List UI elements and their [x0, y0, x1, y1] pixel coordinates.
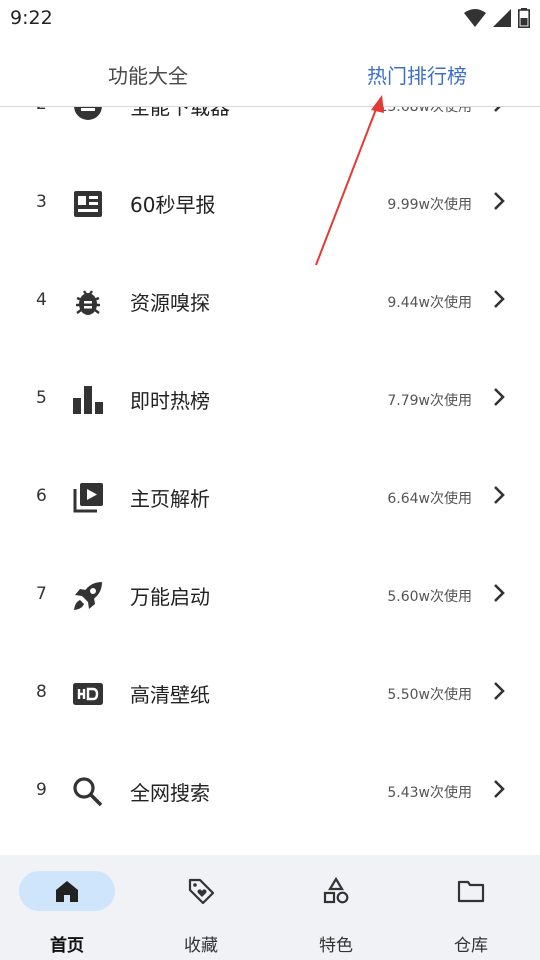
usage-count: 5.60w次使用: [387, 589, 472, 605]
usage-count: 9.44w次使用: [387, 295, 472, 311]
nav-label: 特色: [319, 936, 353, 956]
bottom-navigation: 首页 收藏 特色 仓库: [0, 855, 540, 960]
signal-icon: [493, 9, 511, 27]
nav-featured[interactable]: 特色: [286, 869, 406, 956]
usage-count: 5.43w次使用: [387, 785, 472, 801]
bug-icon: [76, 290, 100, 315]
video-library-icon: [73, 483, 103, 513]
list-item[interactable]: 3 60秒早报 9.99w次使用: [0, 155, 540, 253]
tab-features[interactable]: 功能大全: [108, 60, 188, 89]
item-name: 60秒早报: [130, 193, 216, 217]
nav-label: 首页: [50, 936, 84, 956]
chevron-right-icon: [494, 682, 505, 700]
chevron-right-icon: [494, 584, 505, 602]
chevron-right-icon: [494, 290, 505, 308]
rank-number: 9: [36, 780, 47, 800]
top-tab-bar: 功能大全 热门排行榜: [0, 36, 540, 106]
item-name: 高清壁纸: [130, 683, 210, 707]
status-icons: [464, 8, 530, 28]
list-item[interactable]: 8 高清壁纸 5.50w次使用: [0, 645, 540, 743]
chevron-right-icon: [494, 780, 505, 798]
list-item[interactable]: 4 资源嗅探 9.44w次使用: [0, 253, 540, 351]
item-name: 万能启动: [130, 585, 210, 609]
list-item[interactable]: 5 即时热榜 7.79w次使用: [0, 351, 540, 449]
rank-number: 3: [36, 192, 47, 212]
usage-count: 9.99w次使用: [387, 197, 472, 213]
nav-home[interactable]: 首页: [17, 869, 137, 956]
ranking-list[interactable]: 2 全能下载器 13.68w次使用 3 60秒早报 9.99w次使用 4 资源嗅…: [0, 57, 540, 855]
item-name: 资源嗅探: [130, 291, 210, 315]
item-name: 主页解析: [130, 487, 210, 511]
nav-favorites[interactable]: 收藏: [151, 869, 271, 956]
newspaper-icon: [74, 191, 102, 217]
shapes-icon: [323, 877, 349, 904]
list-item[interactable]: 9 全网搜索 5.43w次使用: [0, 743, 540, 841]
list-item[interactable]: 6 主页解析 6.64w次使用: [0, 449, 540, 547]
rank-number: 6: [36, 486, 47, 506]
status-time: 9:22: [10, 7, 53, 29]
usage-count: 5.50w次使用: [387, 687, 472, 703]
item-name: 即时热榜: [130, 389, 210, 413]
rank-number: 8: [36, 682, 47, 702]
usage-count: 7.79w次使用: [387, 393, 472, 409]
tag-heart-icon: [188, 878, 215, 905]
chevron-right-icon: [494, 486, 505, 504]
status-bar: 9:22: [0, 0, 540, 36]
chevron-right-icon: [494, 192, 505, 210]
tab-hot-ranking[interactable]: 热门排行榜: [367, 60, 467, 89]
tab-divider: [0, 106, 540, 107]
usage-count: 6.64w次使用: [387, 491, 472, 507]
battery-icon: [518, 8, 530, 28]
bar-chart-icon: [73, 386, 103, 414]
item-name: 全网搜索: [130, 781, 210, 805]
hd-icon: [73, 683, 103, 705]
nav-label: 收藏: [184, 936, 218, 956]
nav-label: 仓库: [454, 936, 488, 956]
nav-repository[interactable]: 仓库: [421, 869, 540, 956]
rank-number: 4: [36, 290, 47, 310]
list-item[interactable]: 7 万能启动 5.60w次使用: [0, 547, 540, 645]
search-icon: [73, 777, 103, 807]
chevron-right-icon: [494, 388, 505, 406]
rank-number: 7: [36, 584, 47, 604]
wifi-icon: [464, 9, 486, 27]
rocket-icon: [74, 582, 102, 610]
home-icon: [56, 881, 78, 902]
folder-icon: [457, 880, 485, 903]
rank-number: 5: [36, 388, 47, 408]
